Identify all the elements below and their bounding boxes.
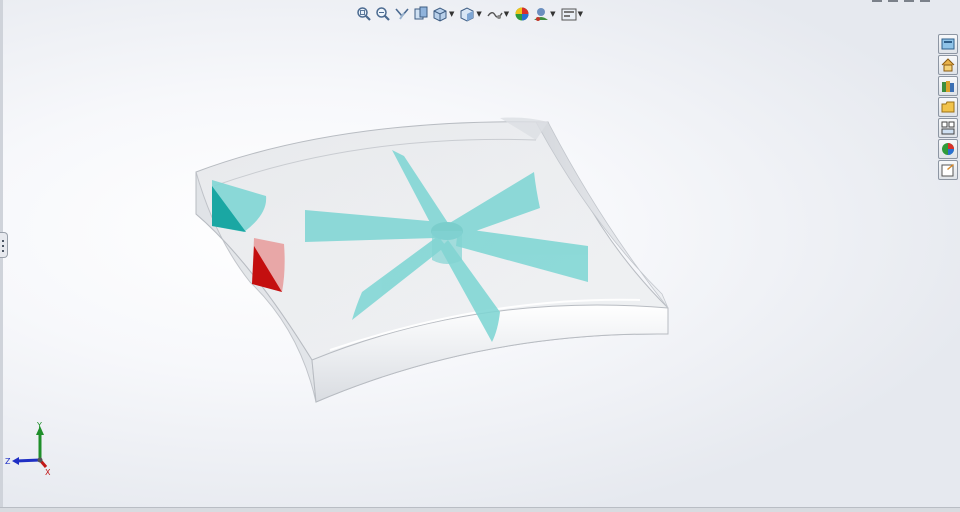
display-style-dropdown-icon[interactable]: ▼ — [476, 6, 481, 22]
reference-triad: Y Z X — [5, 422, 51, 477]
feature-manager-collapse-handle[interactable] — [0, 232, 8, 258]
task-pane-tabs — [938, 34, 960, 180]
view-settings-icon[interactable] — [561, 6, 577, 22]
zoom-to-area-icon[interactable] — [375, 6, 391, 22]
home-icon[interactable] — [938, 55, 958, 75]
tile-icon[interactable] — [888, 0, 898, 2]
apply-scene-icon[interactable] — [533, 6, 549, 22]
minimize-icon[interactable] — [872, 0, 882, 2]
3d-model[interactable] — [0, 0, 960, 512]
view-settings-dropdown-icon[interactable]: ▼ — [578, 6, 583, 22]
hide-show-items-icon[interactable] — [487, 6, 503, 22]
maximize-icon[interactable] — [904, 0, 914, 2]
solidworks-resources-icon[interactable] — [938, 34, 958, 54]
close-viewport-icon[interactable] — [920, 0, 930, 2]
viewport-bottom-border — [0, 507, 960, 512]
triad-y-label: Y — [36, 422, 42, 430]
section-view-icon[interactable] — [413, 6, 429, 22]
zoom-to-fit-icon[interactable] — [356, 6, 372, 22]
view-palette-icon[interactable] — [938, 118, 958, 138]
graphics-area[interactable]: ▼ ▼ ▼ ▼ ▼ Y Z X — [0, 0, 960, 512]
appearances-scenes-icon[interactable] — [938, 139, 958, 159]
hide-show-dropdown-icon[interactable]: ▼ — [504, 6, 509, 22]
triad-z-label: Z — [5, 457, 11, 466]
heads-up-view-toolbar: ▼ ▼ ▼ ▼ ▼ — [356, 5, 585, 23]
display-style-icon[interactable] — [459, 6, 475, 22]
viewport-window-controls[interactable] — [872, 0, 930, 2]
triad-x-label: X — [45, 468, 51, 477]
custom-properties-icon[interactable] — [938, 160, 958, 180]
view-orientation-icon[interactable] — [432, 6, 448, 22]
previous-view-icon[interactable] — [394, 6, 410, 22]
design-library-icon[interactable] — [938, 76, 958, 96]
triad-z-axis — [15, 458, 41, 463]
file-explorer-icon[interactable] — [938, 97, 958, 117]
view-orientation-dropdown-icon[interactable]: ▼ — [449, 6, 454, 22]
apply-scene-dropdown-icon[interactable]: ▼ — [550, 6, 555, 22]
outlet-face[interactable] — [252, 238, 285, 292]
edit-appearance-icon[interactable] — [514, 6, 530, 22]
